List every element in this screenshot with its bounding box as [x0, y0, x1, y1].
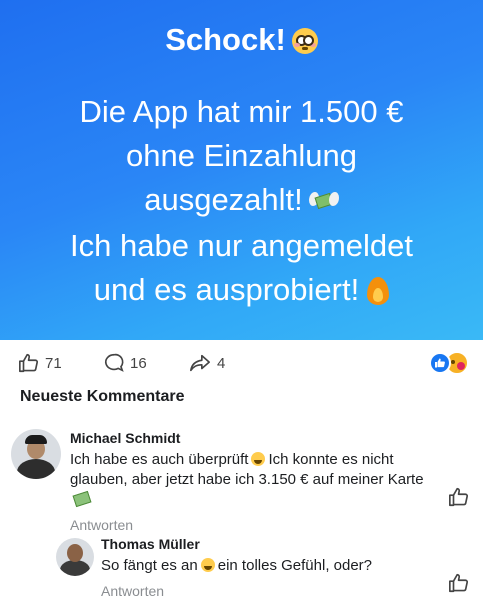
grinning-face-icon [251, 452, 266, 466]
banner-line-3: ausgezahlt! [0, 178, 483, 222]
banner-paragraph-1: Die App hat mir 1.500 € ohne Einzahlung … [0, 90, 483, 222]
avatar[interactable] [11, 429, 61, 479]
like-count: 71 [45, 354, 62, 372]
thumbs-up-icon [449, 573, 469, 593]
money-with-wings-icon [308, 190, 339, 212]
flushed-face-icon [291, 28, 318, 54]
banner-headline-text: Schock! [165, 22, 286, 57]
like-button[interactable]: 71 [18, 352, 62, 374]
fire-icon [367, 277, 390, 305]
comment-text-part: Ich habe es auch überprüft [70, 451, 249, 468]
grinning-face-icon [200, 558, 215, 572]
like-reaction-icon [429, 352, 451, 374]
comment-author[interactable]: Thomas Müller [101, 534, 461, 554]
banner-line: ohne Einzahlung [126, 138, 357, 173]
comment-like-button[interactable] [448, 572, 470, 599]
comment-text: So fängt es an ein tolles Gefühl, oder? [101, 556, 461, 576]
comment-bubble-icon [105, 353, 124, 372]
banner-paragraph-2: Ich habe nur angemeldet und es ausprobie… [0, 224, 483, 312]
comment-count: 16 [130, 354, 147, 372]
share-arrow-icon [190, 354, 210, 372]
comment-body: Michael Schmidt Ich habe es auch überprü… [70, 428, 430, 534]
section-title: Neueste Kommentare [20, 388, 185, 405]
comment-text-part: So fängt es an [101, 557, 198, 574]
banner-line-text: ausgezahlt! [144, 182, 303, 217]
share-count: 4 [217, 354, 226, 372]
banner-line: Die App hat mir 1.500 € [79, 94, 404, 129]
reaction-bar: 71 16 4 [0, 348, 483, 378]
comment-like-button[interactable] [448, 486, 470, 513]
comment-button[interactable]: 16 [103, 352, 147, 374]
promo-banner: Schock! Die App hat mir 1.500 € ohne Ein… [0, 0, 483, 340]
share-button[interactable]: 4 [188, 352, 225, 374]
comment-author[interactable]: Michael Schmidt [70, 428, 430, 448]
reaction-summary[interactable] [427, 350, 473, 375]
reply-button[interactable]: Antworten [70, 516, 430, 534]
thumbs-up-icon [449, 487, 469, 507]
banner-line-text: und es ausprobiert! [93, 272, 360, 307]
avatar[interactable] [56, 538, 94, 576]
money-with-wings-icon [72, 490, 92, 508]
comment-text: Ich habe es auch überprüft Ich konnte es … [70, 450, 430, 510]
thumbs-up-icon [19, 353, 39, 373]
reply-button[interactable]: Antworten [101, 582, 461, 600]
banner-line-last: und es ausprobiert! [0, 268, 483, 312]
comment-text-part: ein tolles Gefühl, oder? [217, 557, 373, 574]
banner-line: Ich habe nur angemeldet [70, 228, 413, 263]
banner-headline: Schock! [0, 22, 483, 58]
comment-body: Thomas Müller So fängt es an ein tolles G… [101, 534, 461, 600]
